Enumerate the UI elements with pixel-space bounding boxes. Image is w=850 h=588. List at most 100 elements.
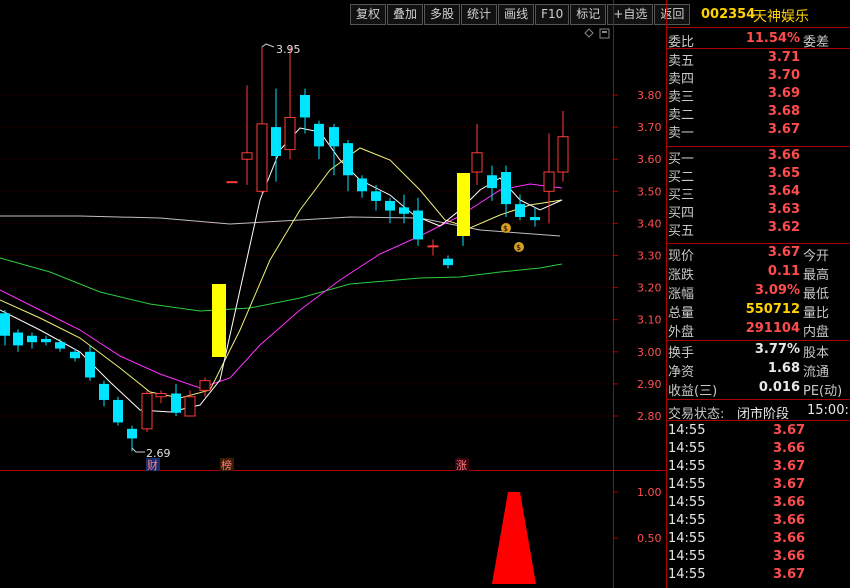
- candle-body-down: [55, 342, 65, 349]
- price-tick-label: 3.70: [637, 121, 662, 134]
- quote-stat-right-label: 今开: [803, 249, 830, 264]
- quote-panel: 002354 天神娱乐 委比 11.54% 委差 交易状态: 闭市阶段 15:0…: [667, 0, 850, 588]
- candle-body-up: [184, 396, 196, 417]
- finance-stat-right-label: 流通: [803, 365, 830, 380]
- money-bag-icon: $: [501, 223, 511, 233]
- candle-body-down: [399, 207, 409, 214]
- quote-stat: 现价 3.67 今开: [667, 244, 850, 264]
- sell-level-value: 3.68: [767, 104, 800, 119]
- tick-row: 14:55 3.67: [667, 476, 850, 494]
- tick-price: 3.66: [773, 441, 806, 456]
- ma-line-green: [0, 257, 563, 312]
- quote-stat: 涨跌 0.11 最高: [667, 263, 850, 283]
- sell-level: 卖五 3.71: [667, 49, 850, 69]
- price-tick-label: 3.80: [637, 89, 662, 102]
- candle-body-down: [271, 127, 281, 156]
- quote-stat-label: 外盘: [668, 325, 695, 340]
- sell-level: 卖一 3.67: [667, 121, 850, 141]
- price-tick-label: 2.90: [637, 378, 662, 391]
- candle-body-up: [226, 181, 238, 184]
- finance-stat-right-label: PE(动): [803, 384, 843, 399]
- quote-stat-right-label: 量比: [803, 306, 830, 321]
- diamond-icon[interactable]: [584, 28, 594, 38]
- sell-level-value: 3.71: [767, 50, 800, 65]
- tick-price: 3.66: [773, 531, 806, 546]
- candle-body-down: [300, 95, 310, 118]
- candle-body-up: [471, 152, 483, 173]
- quote-stat-label: 总量: [668, 306, 695, 321]
- trade-status-time: 15:00:: [807, 403, 849, 418]
- finance-stat-value: 0.016: [758, 380, 800, 395]
- candle-body-down: [487, 175, 497, 189]
- buy-level: 买四 3.63: [667, 201, 850, 221]
- event-marker: 财: [147, 458, 158, 472]
- finance-stat: 净资 1.68 流通: [667, 360, 850, 380]
- finance-stat-label: 收益(三): [668, 384, 718, 399]
- quote-stat-label: 现价: [668, 249, 695, 264]
- window-icon[interactable]: [599, 28, 610, 39]
- candle-body-down: [41, 338, 51, 343]
- tick-row: 14:55 3.66: [667, 548, 850, 566]
- tick-time: 14:55: [668, 477, 706, 492]
- buy-level: 买三 3.64: [667, 183, 850, 203]
- candle-body-up: [199, 380, 211, 391]
- quote-stat-value: 0.11: [767, 264, 800, 279]
- finance-stat-value: 1.68: [767, 361, 800, 376]
- sell-level: 卖三 3.69: [667, 85, 850, 105]
- quote-stat-right-label: 最高: [803, 268, 830, 283]
- money-bag-glyph: $: [503, 224, 508, 233]
- event-marker: 榜: [221, 458, 232, 472]
- candle-body-down: [530, 216, 540, 221]
- kline-chart[interactable]: 3.80 3.70 3.60 3.50 3.40 3.30 3.20 3.10 3.00 2.90…: [0, 0, 667, 588]
- tick-price: 3.67: [773, 477, 806, 492]
- candle-body-down: [343, 143, 353, 176]
- tick-time: 14:55: [668, 531, 706, 546]
- tick-price: 3.67: [773, 423, 806, 438]
- weibi-value: 11.54%: [745, 31, 800, 46]
- tick-row: 14:55 3.67: [667, 422, 850, 440]
- candle-body-down: [113, 399, 123, 423]
- panel-divider: [667, 27, 850, 28]
- tick-time: 14:55: [668, 549, 706, 564]
- money-bag-glyph: $: [516, 243, 521, 252]
- indicator-tick-label: 0.50: [637, 532, 662, 545]
- tick-price: 3.66: [773, 495, 806, 510]
- buy-level-value: 3.66: [767, 148, 800, 163]
- sell-level-value: 3.69: [767, 86, 800, 101]
- candle-body-down: [515, 204, 525, 217]
- finance-stat: 换手 3.77% 股本: [667, 341, 850, 361]
- price-tick-label: 3.40: [637, 217, 662, 230]
- buy-level-value: 3.64: [767, 184, 800, 199]
- candle-body-down: [85, 351, 95, 378]
- candle-body-down: [70, 351, 80, 359]
- event-marker: 涨: [456, 459, 467, 472]
- price-tick-label: 3.30: [637, 250, 662, 263]
- candle-body-down: [314, 123, 324, 147]
- candle-body-down: [371, 191, 381, 201]
- tick-row: 14:55 3.67: [667, 566, 850, 584]
- candle-body-up: [155, 393, 167, 398]
- candle-body-up: [241, 152, 253, 160]
- finance-stat-right-label: 股本: [803, 346, 830, 361]
- candle-body-down: [329, 127, 339, 147]
- tick-price: 3.66: [773, 513, 806, 528]
- price-tick-label: 3.50: [637, 185, 662, 198]
- tick-time: 14:55: [668, 495, 706, 510]
- indicator-pane: 1.00 0.50: [492, 486, 662, 584]
- quote-stat-label: 涨跌: [668, 268, 695, 283]
- price-tick-label: 3.00: [637, 346, 662, 359]
- panel-divider: [667, 399, 850, 400]
- tick-time: 14:55: [668, 513, 706, 528]
- candles: [0, 46, 569, 452]
- tick-time: 14:55: [668, 567, 706, 582]
- stock-title: 002354 天神娱乐: [667, 0, 850, 27]
- candle-body-down: [171, 393, 181, 413]
- quote-stat-value: 3.67: [767, 245, 800, 260]
- sell-level: 卖二 3.68: [667, 103, 850, 123]
- tick-time: 14:55: [668, 441, 706, 456]
- candle-body-down: [501, 172, 511, 205]
- stock-code: 002354: [701, 7, 756, 22]
- candle-body-up: [256, 123, 268, 192]
- tick-time: 14:55: [668, 423, 706, 438]
- buy-level-value: 3.65: [767, 166, 800, 181]
